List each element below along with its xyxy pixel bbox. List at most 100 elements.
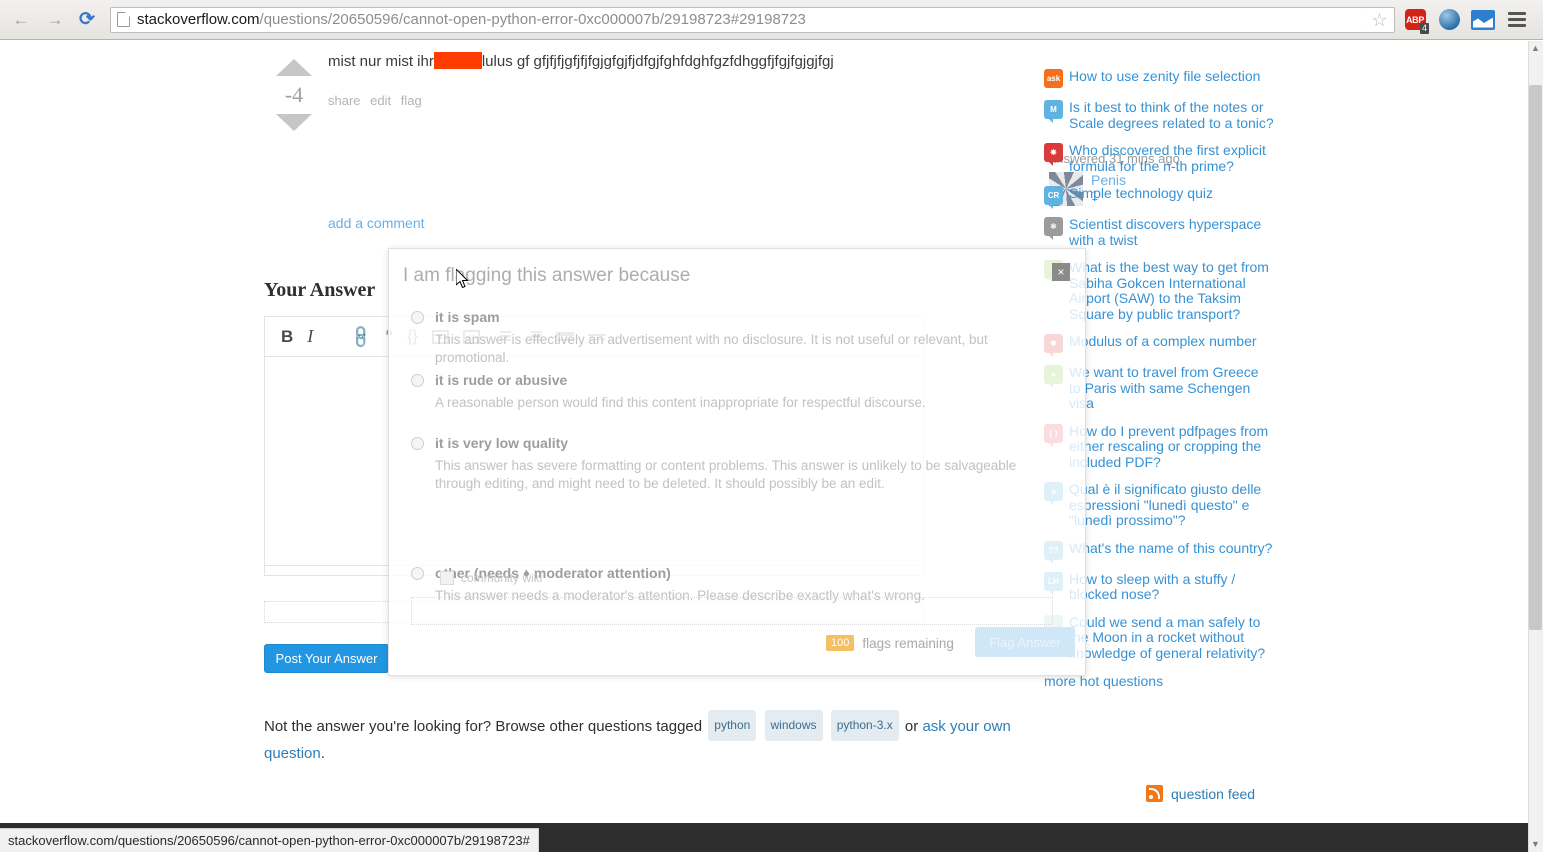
tag-python-3x[interactable]: python-3.x	[830, 710, 899, 741]
flags-remaining-count: 100	[826, 635, 855, 651]
flag-answer-dialog: I am flagging this answer because it is …	[388, 248, 1086, 676]
flags-remaining: 100 flags remaining	[826, 635, 954, 651]
close-icon[interactable]: ×	[1052, 263, 1070, 281]
hot-question-title[interactable]: How do I prevent pdfpages from either re…	[1069, 423, 1274, 471]
upvote-button[interactable]	[276, 59, 312, 76]
address-bar[interactable]: stackoverflow.com/questions/20650596/can…	[110, 6, 1366, 33]
tag-python[interactable]: python	[708, 710, 757, 741]
flag-option-low-quality-label: it is very low quality	[435, 435, 569, 451]
hot-question-item[interactable]: CR Simple technology quiz	[1044, 185, 1274, 209]
abp-badge: 4	[1419, 22, 1429, 34]
answer-body: mist nur mist ihr lulus gf gfjfjfjgfjfjfg…	[328, 52, 1054, 108]
page-viewport: -4 mist nur mist ihr lulus gf gfjfjfjgfjf…	[0, 41, 1543, 852]
flag-answer-button[interactable]: Flag Answer	[975, 627, 1075, 657]
radio-rude[interactable]	[411, 374, 424, 387]
not-the-answer-text: Not the answer you're looking for? Brows…	[264, 718, 703, 735]
community-wiki-label: community wiki	[461, 571, 543, 585]
forward-arrow-icon[interactable]: →	[42, 7, 68, 33]
flag-option-spam-label: it is spam	[435, 309, 500, 325]
browser-toolbar: ← → ⟳ stackoverflow.com/questions/206505…	[0, 0, 1543, 40]
italic-icon[interactable]: I	[307, 326, 313, 347]
flag-option-spam-desc: This answer is effectively an advertisem…	[435, 332, 988, 365]
hot-question-title[interactable]: Scientist discovers hyperspace with a tw…	[1069, 216, 1274, 248]
hot-question-item[interactable]: ask How to use zenity file selection	[1044, 68, 1274, 88]
flag-option-low-quality-desc: This answer has severe formatting or con…	[435, 458, 1017, 491]
url-path: /questions/20650596/cannot-open-python-e…	[259, 11, 806, 28]
hot-question-title[interactable]: Could we send a man safely to the Moon i…	[1069, 614, 1274, 662]
flags-remaining-label: flags remaining	[862, 635, 954, 651]
hot-question-item[interactable]: ⚛ Scientist discovers hyperspace with a t…	[1044, 216, 1274, 248]
ask-link[interactable]: ask	[922, 718, 945, 735]
reload-icon[interactable]: ⟳	[74, 7, 100, 33]
hot-question-title[interactable]: How to sleep with a stuffy / blocked nos…	[1069, 571, 1274, 603]
flag-option-rude[interactable]: it is rude or abusive A reasonable perso…	[411, 372, 1051, 412]
flag-reason-input[interactable]	[411, 597, 1053, 625]
globe-extension-button[interactable]	[1433, 4, 1465, 36]
globe-icon	[1438, 9, 1460, 30]
hot-question-title[interactable]: Simple technology quiz	[1069, 185, 1213, 202]
scroll-up-arrow[interactable]: ▲	[1530, 43, 1541, 54]
flag-option-rude-label: it is rude or abusive	[435, 372, 568, 388]
hot-question-title[interactable]: Modulus of a complex number	[1069, 333, 1257, 350]
bold-icon[interactable]: B	[281, 327, 293, 347]
or-text: or	[904, 718, 919, 735]
radio-spam[interactable]	[411, 311, 424, 324]
site-badge-icon: M	[1044, 100, 1063, 123]
scrollbar-thumb[interactable]	[1529, 85, 1542, 630]
flag-link[interactable]: flag	[401, 93, 422, 108]
hyperlink-icon[interactable]: 🔗	[347, 322, 375, 350]
chart-extension-button[interactable]	[1467, 4, 1499, 36]
rss-icon	[1146, 785, 1163, 802]
redaction-block	[433, 52, 482, 69]
answer-text: mist nur mist ihr lulus gf gfjfjfjgfjfjfg…	[328, 52, 1054, 71]
post-your-answer-button[interactable]: Post Your Answer	[264, 644, 389, 673]
vote-score: -4	[284, 82, 304, 107]
menu-button[interactable]	[1501, 4, 1533, 36]
question-feed-label: question feed	[1171, 785, 1256, 802]
status-bar-url: stackoverflow.com/questions/20650596/can…	[0, 828, 539, 852]
radio-low-quality[interactable]	[411, 437, 424, 450]
community-wiki-row[interactable]: community wiki	[440, 571, 542, 585]
not-the-answer-block: Not the answer you're looking for? Brows…	[264, 710, 1024, 766]
back-arrow-icon[interactable]: ←	[8, 7, 34, 33]
scroll-down-arrow[interactable]: ▼	[1530, 839, 1541, 850]
add-a-comment-link[interactable]: add a comment	[328, 215, 425, 231]
site-badge-icon: ✸	[1044, 143, 1063, 166]
hot-question-title[interactable]: How to use zenity file selection	[1069, 68, 1260, 85]
tag-windows[interactable]: windows	[764, 710, 823, 741]
edit-link[interactable]: edit	[370, 93, 391, 108]
sentence-period: .	[320, 745, 325, 762]
flag-dialog-title: I am flagging this answer because	[403, 265, 691, 286]
answer-text-after: lulus gf gfjfjfjgfjfjfgjgfgjfjdfgjfghfdg…	[481, 53, 834, 70]
flag-option-low-quality[interactable]: it is very low quality This answer has s…	[411, 435, 1051, 493]
adblock-plus-button[interactable]: ABP 4	[1399, 4, 1431, 36]
vote-column: -4	[272, 59, 316, 131]
bookmark-star-icon[interactable]: ☆	[1365, 6, 1395, 33]
hot-question-title[interactable]: Who discovered the first explicit formul…	[1069, 142, 1274, 174]
hot-question-title[interactable]: What's the name of this country?	[1069, 540, 1272, 557]
hot-question-title[interactable]: Qual è il significato giusto delle espre…	[1069, 481, 1274, 529]
hamburger-menu-icon	[1508, 12, 1526, 27]
question-feed-link[interactable]: question feed	[1146, 785, 1255, 802]
chart-icon	[1471, 9, 1495, 30]
answer-actions: share edit flag	[328, 93, 1054, 108]
site-badge-icon: ask	[1044, 69, 1063, 88]
your-answer-heading: Your Answer	[264, 278, 376, 301]
radio-other[interactable]	[411, 567, 424, 580]
flag-option-spam[interactable]: it is spam This answer is effectively an…	[411, 309, 1051, 367]
downvote-button[interactable]	[276, 114, 312, 131]
site-badge-icon: ⚛	[1044, 217, 1063, 240]
page-info-icon	[117, 12, 130, 27]
hot-question-item[interactable]: M Is it best to think of the notes or Sca…	[1044, 99, 1274, 131]
url-text: stackoverflow.com/questions/20650596/can…	[137, 11, 806, 28]
site-badge-icon: CR	[1044, 186, 1063, 209]
answer-text-before: mist nur mist ihr	[328, 53, 434, 70]
share-link[interactable]: share	[328, 93, 361, 108]
hot-question-title[interactable]: What is the best way to get from Sabiha …	[1069, 259, 1274, 322]
hot-question-item[interactable]: ✸ Who discovered the first explicit formu…	[1044, 142, 1274, 174]
flag-option-rude-desc: A reasonable person would find this cont…	[435, 395, 926, 410]
url-host: stackoverflow.com	[137, 11, 260, 28]
community-wiki-checkbox[interactable]	[440, 571, 454, 585]
hot-question-title[interactable]: Is it best to think of the notes or Scal…	[1069, 99, 1274, 131]
hot-question-title[interactable]: We want to travel from Greece to Paris w…	[1069, 364, 1274, 412]
